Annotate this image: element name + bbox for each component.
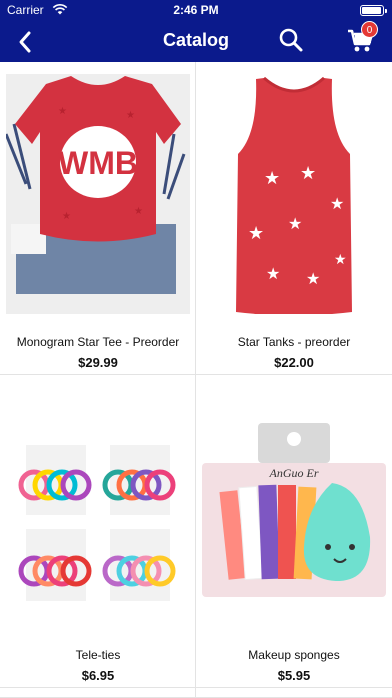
product-card[interactable]: ★ ★ ★ ★ ★ ★ ★ ★ Star Tanks - preorder $2… (196, 62, 392, 375)
battery-icon (360, 5, 387, 16)
product-card[interactable]: WMB ★ ★ ★ ★ Monogram Star Tee - Preorder… (0, 62, 196, 375)
battery-fill (362, 7, 381, 14)
svg-text:★: ★ (134, 206, 143, 217)
product-price: $5.95 (277, 668, 311, 683)
svg-text:★: ★ (334, 251, 347, 267)
product-card[interactable]: AnGuo Er Makeup sponges $5.95 (196, 375, 392, 688)
product-grid: WMB ★ ★ ★ ★ Monogram Star Tee - Preorder… (0, 62, 392, 698)
page-title: Catalog (162, 30, 229, 50)
svg-text:★: ★ (300, 163, 316, 183)
svg-text:★: ★ (58, 106, 67, 117)
status-bar: Carrier 2:46 PM (0, 0, 392, 20)
search-icon[interactable] (278, 27, 304, 53)
svg-text:★: ★ (264, 168, 280, 188)
product-name: Makeup sponges (248, 648, 340, 662)
svg-text:★: ★ (248, 223, 264, 243)
package-brand-text: AnGuo Er (269, 466, 319, 480)
svg-text:★: ★ (306, 271, 320, 288)
product-card-partial[interactable] (196, 688, 392, 698)
cart-count-badge: 0 (361, 21, 378, 38)
product-card-partial[interactable] (0, 688, 196, 698)
svg-text:★: ★ (62, 211, 71, 222)
svg-text:★: ★ (126, 110, 135, 121)
product-price: $6.95 (81, 668, 115, 683)
product-price: $29.99 (78, 355, 118, 370)
product-name: Star Tanks - preorder (237, 335, 351, 349)
status-time: 2:46 PM (173, 3, 219, 17)
product-price: $22.00 (274, 355, 314, 370)
red-star-tshirt-image: WMB ★ ★ ★ ★ (6, 74, 190, 314)
red-star-tank-top-image: ★ ★ ★ ★ ★ ★ ★ ★ (202, 74, 386, 314)
product-name: Monogram Star Tee - Preorder (16, 335, 180, 349)
monogram-text: WMB (58, 145, 138, 181)
makeup-sponge-pack-image: AnGuo Er (202, 387, 386, 627)
svg-text:★: ★ (266, 266, 280, 283)
battery-nub (385, 9, 387, 13)
svg-text:★: ★ (330, 196, 344, 213)
spiral-hair-ties-image (6, 387, 190, 627)
product-name: Tele-ties (75, 648, 121, 662)
svg-text:★: ★ (288, 216, 302, 233)
product-card[interactable]: Tele-ties $6.95 (0, 375, 196, 688)
navigation-bar: Catalog 0 (0, 20, 392, 62)
